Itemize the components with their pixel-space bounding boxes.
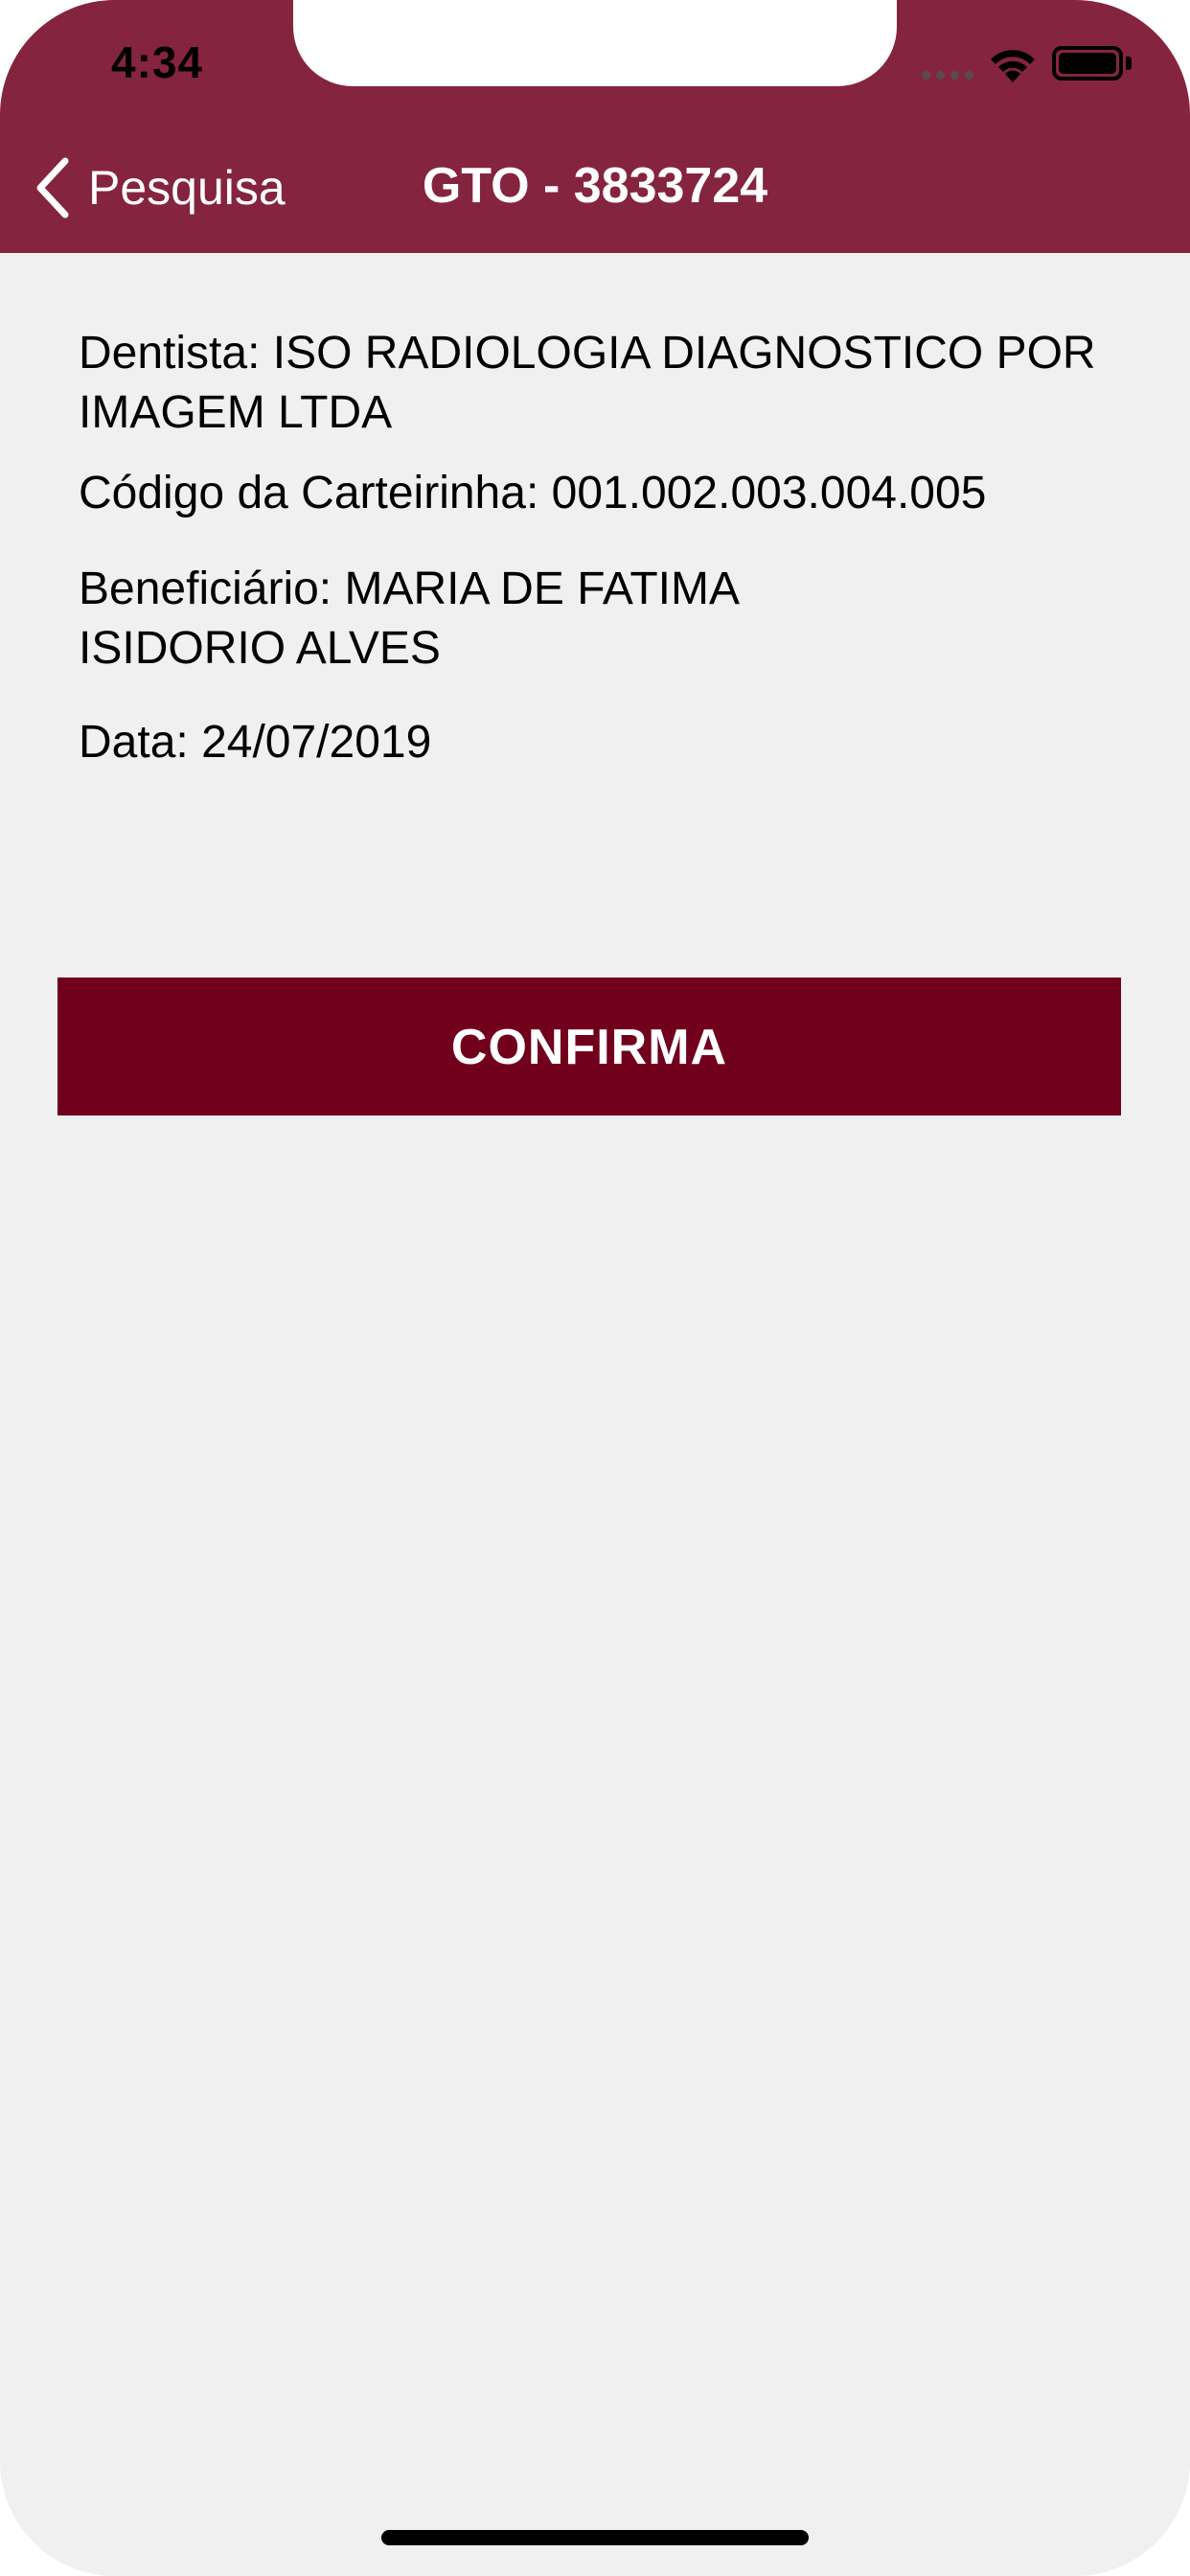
device-notch [293, 0, 897, 86]
app-screen: 4:34 Pesquisa GTO - 3833724 Dentista: IS… [0, 0, 1190, 2576]
beneficiario-line-1: Beneficiário: MARIA DE FATIMA [79, 564, 740, 614]
beneficiario-block: Beneficiário: MARIA DE FATIMA ISIDORIO A… [79, 560, 1133, 678]
page-title: GTO - 3833724 [422, 158, 768, 214]
battery-icon [1052, 46, 1123, 80]
codigo-carteirinha-text: Código da Carteirinha: 001.002.003.004.0… [79, 468, 987, 518]
data-text: Data: 24/07/2019 [79, 717, 432, 768]
confirm-button[interactable]: CONFIRMA [57, 978, 1121, 1116]
cellular-signal-icon [922, 71, 973, 82]
wifi-icon [991, 50, 1035, 82]
status-time: 4:34 [111, 37, 204, 87]
header: 4:34 Pesquisa GTO - 3833724 [0, 0, 1190, 253]
battery-cap [1126, 57, 1132, 70]
beneficiario-line-2: ISIDORIO ALVES [79, 623, 441, 674]
dentista-text: Dentista: ISO RADIOLOGIA DIAGNOSTICO POR… [79, 328, 1096, 438]
gto-details: Dentista: ISO RADIOLOGIA DIAGNOSTICO POR… [79, 324, 1133, 772]
home-indicator[interactable] [381, 2530, 809, 2545]
